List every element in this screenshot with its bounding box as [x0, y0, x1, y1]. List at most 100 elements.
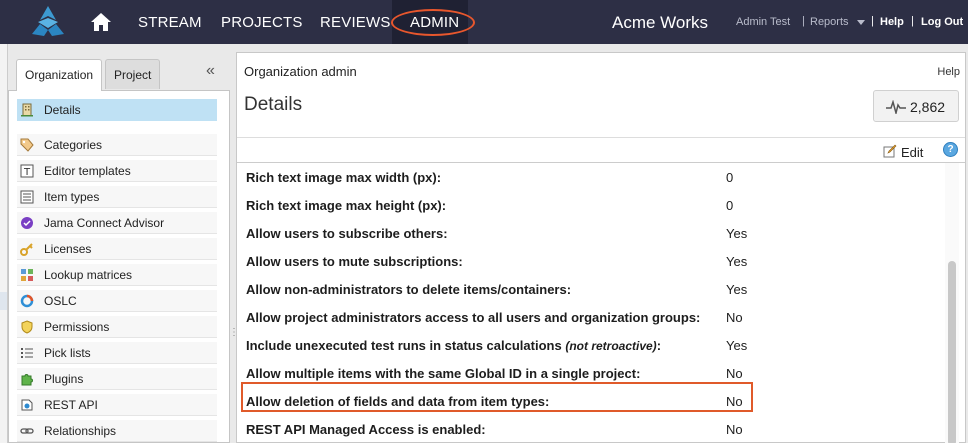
item-types-icon — [20, 190, 34, 204]
sidebar-item-rest-api[interactable]: REST API — [17, 394, 217, 416]
table-row: Rich text image max width (px): 0 — [246, 163, 936, 191]
separator: | — [871, 15, 874, 27]
admin-sidebar: Organization Project « Details Categorie… — [8, 52, 230, 443]
sidebar-item-label: Details — [44, 103, 81, 117]
activity-count: 2,862 — [910, 99, 946, 115]
setting-label-text: Include unexecuted test runs in status c… — [246, 338, 562, 353]
sidebar-item-plugins[interactable]: Plugins — [17, 368, 217, 390]
template-icon: T — [20, 164, 34, 178]
separator: | — [802, 15, 805, 27]
matrix-icon — [21, 269, 33, 281]
sidebar-item-label: Pick lists — [44, 346, 91, 360]
user-menu[interactable]: Admin Test — [736, 16, 790, 28]
divider — [237, 137, 965, 138]
building-icon — [21, 103, 33, 117]
jama-logo-icon[interactable] — [26, 4, 70, 40]
setting-value: Yes — [726, 282, 748, 297]
setting-label: Allow multiple items with the same Globa… — [246, 366, 641, 381]
sidebar-item-oslc[interactable]: OSLC — [17, 290, 217, 312]
sidebar-item-categories[interactable]: Categories — [17, 134, 217, 156]
organization-details-panel: Organization admin Help Details 2,862 Ed… — [236, 52, 966, 443]
setting-label: REST API Managed Access is enabled: — [246, 422, 486, 437]
chevron-down-icon[interactable] — [857, 20, 865, 25]
setting-label: Allow non-administrators to delete items… — [246, 282, 572, 297]
edge-band — [0, 292, 7, 310]
table-row: Include unexecuted test runs in status c… — [246, 331, 936, 359]
sidebar-item-label: Categories — [44, 138, 103, 152]
setting-note: (not retroactive) — [565, 339, 657, 353]
setting-label: Allow project administrators access to a… — [246, 310, 701, 325]
admin-menu-list: Details Categories T Editor templates It… — [8, 90, 230, 443]
sidebar-item-licenses[interactable]: Licenses — [17, 238, 217, 260]
table-row: Allow users to mute subscriptions: Yes — [246, 247, 936, 275]
nav-stream[interactable]: STREAM — [138, 14, 202, 31]
nav-projects[interactable]: PROJECTS — [221, 14, 303, 31]
tab-organization[interactable]: Organization — [16, 59, 103, 91]
top-navigation-bar: STREAM PROJECTS REVIEWS ADMIN Acme Works… — [0, 0, 968, 44]
sidebar-item-label: Relationships — [44, 424, 117, 438]
sidebar-item-label: Jama Connect Advisor — [44, 216, 165, 230]
tag-icon — [20, 138, 34, 152]
separator: | — [911, 15, 914, 27]
collapse-panel-icon[interactable]: « — [206, 62, 215, 80]
left-edge-strip — [0, 44, 8, 443]
setting-value: No — [726, 422, 743, 437]
sidebar-item-label: OSLC — [44, 294, 77, 308]
shield-icon — [21, 320, 33, 334]
table-row: Allow non-administrators to delete items… — [246, 275, 936, 303]
setting-value: No — [726, 310, 743, 325]
panel-help-link[interactable]: Help — [937, 66, 960, 78]
setting-value: Yes — [726, 338, 748, 353]
setting-label: Include unexecuted test runs in status c… — [246, 338, 661, 353]
setting-value: 0 — [726, 198, 734, 213]
oslc-icon — [20, 294, 34, 308]
table-row: Rich text image max height (px): 0 — [246, 191, 936, 219]
setting-label: Allow users to mute subscriptions: — [246, 254, 463, 269]
setting-value: No — [726, 366, 743, 381]
setting-value: Yes — [726, 226, 748, 241]
pencil-icon — [883, 144, 897, 158]
table-row: Allow project administrators access to a… — [246, 303, 936, 331]
section-title: Details — [244, 94, 303, 115]
advisor-icon — [21, 217, 33, 229]
sidebar-item-lookup-matrices[interactable]: Lookup matrices — [17, 264, 217, 286]
setting-label: Allow users to subscribe others: — [246, 226, 448, 241]
api-icon — [21, 399, 33, 411]
table-row: Allow users to subscribe others: Yes — [246, 219, 936, 247]
setting-label-suffix: : — [656, 338, 662, 353]
sidebar-item-editor-templates[interactable]: T Editor templates — [17, 160, 217, 182]
sidebar-item-pick-lists[interactable]: Pick lists — [17, 342, 217, 364]
tab-project[interactable]: Project — [105, 59, 161, 89]
link-icon — [20, 428, 34, 434]
home-icon[interactable] — [90, 12, 112, 32]
logout-link[interactable]: Log Out — [921, 16, 963, 28]
activity-count-button[interactable]: 2,862 — [873, 90, 959, 122]
sidebar-item-label: Editor templates — [44, 164, 131, 178]
sidebar-item-item-types[interactable]: Item types — [17, 186, 217, 208]
reports-menu[interactable]: Reports — [810, 16, 849, 28]
settings-table: Rich text image max width (px): 0 Rich t… — [237, 163, 947, 443]
setting-value: Yes — [726, 254, 748, 269]
sidebar-item-label: REST API — [44, 398, 98, 412]
organization-brand: Acme Works — [612, 13, 709, 32]
nav-reviews[interactable]: REVIEWS — [320, 14, 391, 31]
sidebar-item-permissions[interactable]: Permissions — [17, 316, 217, 338]
help-link[interactable]: Help — [880, 16, 904, 28]
sidebar-item-label: Plugins — [44, 372, 84, 386]
sidebar-item-label: Permissions — [44, 320, 110, 334]
sidebar-item-label: Item types — [44, 190, 100, 204]
sidebar-item-relationships[interactable]: Relationships — [17, 420, 217, 442]
sidebar-item-label: Lookup matrices — [44, 268, 133, 282]
scrollbar-thumb[interactable] — [948, 261, 956, 443]
key-icon — [20, 243, 33, 256]
help-info-icon[interactable]: ? — [943, 142, 958, 157]
edit-button[interactable]: Edit — [883, 143, 929, 161]
sidebar-item-jama-connect-advisor[interactable]: Jama Connect Advisor — [17, 212, 217, 234]
edit-label: Edit — [901, 145, 924, 160]
setting-label: Rich text image max height (px): — [246, 198, 447, 213]
sidebar-item-details[interactable]: Details — [17, 99, 217, 121]
svg-text:T: T — [23, 167, 31, 178]
puzzle-icon — [21, 374, 33, 386]
row-highlight-box — [241, 382, 753, 412]
setting-label: Rich text image max width (px): — [246, 170, 442, 185]
